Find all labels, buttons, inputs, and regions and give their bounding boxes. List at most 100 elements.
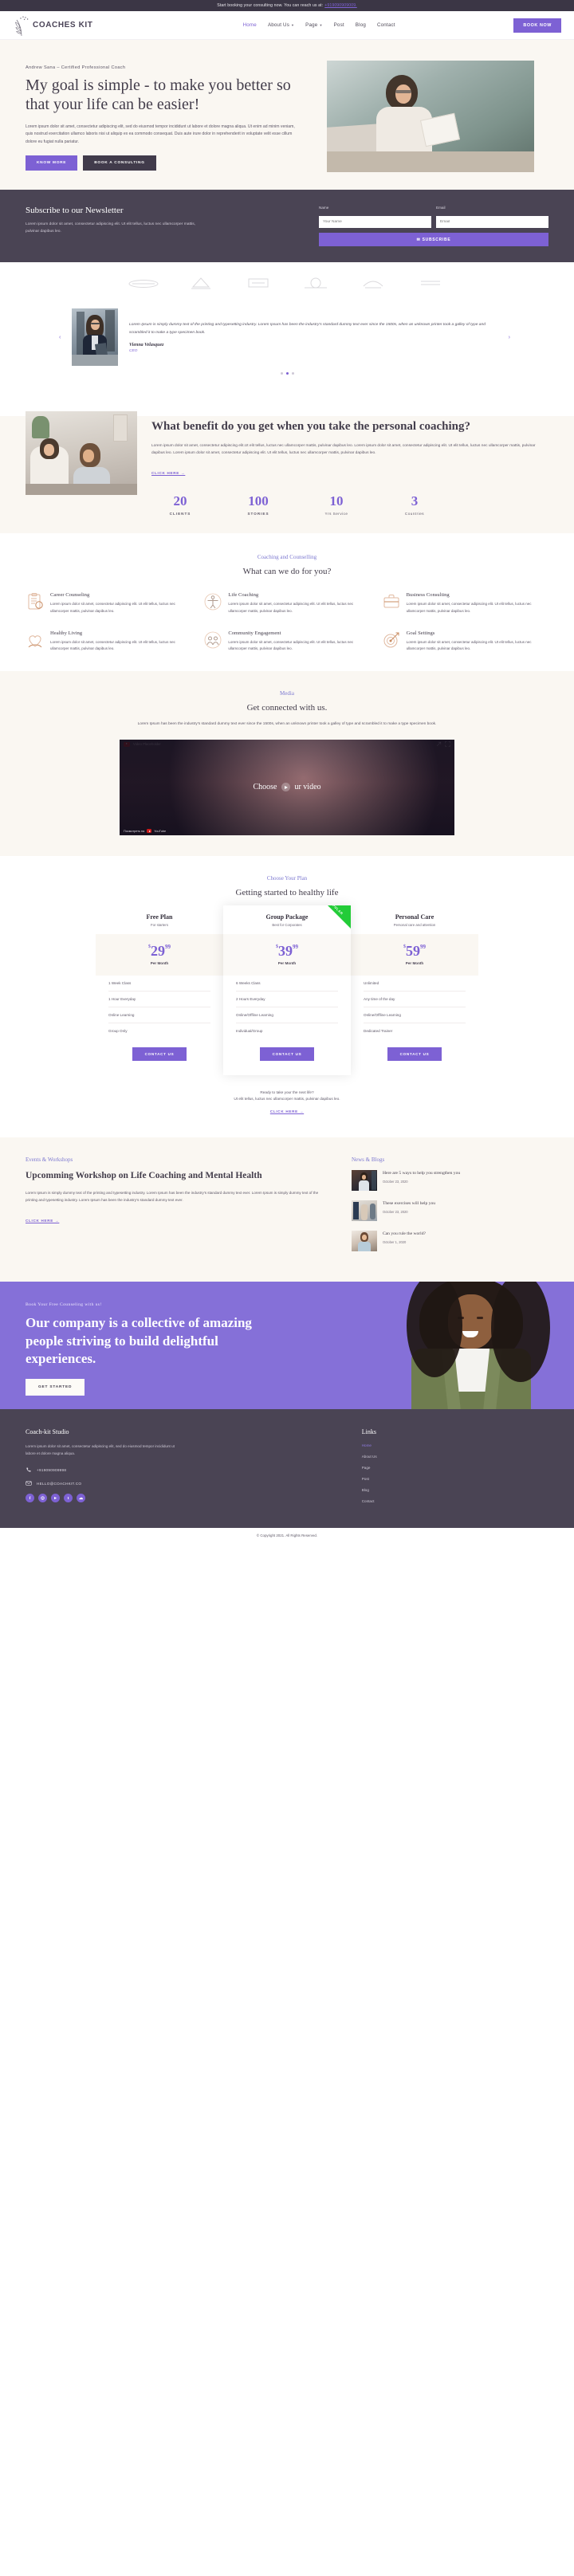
testimonial-prev-button[interactable]: ‹ (59, 335, 61, 340)
chevron-down-icon: ▼ (291, 23, 295, 27)
service-card-business-consulting[interactable]: Business Consulting Lorem ipsum dolor si… (382, 592, 548, 615)
service-card-goal-settings[interactable]: Goal Settings Lorem ipsum dolor sit amet… (382, 630, 548, 653)
events-click-here-link[interactable]: CLICK HERE → (26, 1219, 59, 1223)
footer-phone[interactable]: +919090909998 (26, 1467, 362, 1473)
benefits-click-here-link[interactable]: CLICK HERE → (151, 471, 185, 475)
media-description: Lorem Ipsum has been the industry's stan… (137, 722, 437, 727)
footer-link-about-us[interactable]: About Us (362, 1455, 548, 1459)
plan-feature: Online Learning (108, 1007, 210, 1023)
footer-link-post[interactable]: Post (362, 1477, 548, 1481)
blog-date: October 23, 2020 (382, 1209, 408, 1214)
plan-feature: Dedicated Trainer (364, 1028, 393, 1033)
blog-title: Here are 5 ways to help you strengthen y… (382, 1171, 461, 1176)
play-button[interactable] (281, 783, 290, 792)
book-now-button[interactable]: BOOK NOW (513, 18, 561, 33)
nav-item-blog[interactable]: Blog (356, 22, 366, 28)
pricing-section: Choose Your Plan Getting started to heal… (0, 855, 574, 1138)
stat-value: 3 (411, 493, 419, 509)
contact-us-button[interactable]: CONTACT US (132, 1046, 187, 1061)
blog-list-item[interactable]: These exercises will help you October 23… (351, 1200, 548, 1222)
footer-email[interactable]: HELLO@COACHKIT.CO (26, 1480, 362, 1486)
main-navigation: Home About Us ▼ Page ▼ Post Blog Contact (124, 22, 513, 28)
service-title: Career Counseling (50, 592, 90, 599)
know-more-button[interactable]: KNOW MORE (26, 155, 78, 171)
facebook-icon[interactable]: f (26, 1494, 34, 1503)
cta-eyebrow: Book Your Free Counseling with us! (26, 1302, 102, 1308)
service-title: Community Engagement (228, 630, 281, 636)
pagination-dot-active[interactable] (285, 372, 289, 375)
watch-brand-label: YouTube (154, 829, 167, 833)
nav-item-contact[interactable]: Contact (377, 22, 395, 28)
plan-feature: 1 Week Class (108, 976, 210, 992)
announcement-text: Start booking your consulting now. You c… (217, 3, 324, 8)
contact-us-button[interactable]: CONTACT US (259, 1046, 315, 1061)
service-card-career-counseling[interactable]: Career Counseling Lorem ipsum dolor sit … (26, 592, 192, 615)
service-description: Lorem ipsum dolor sit amet, consectetur … (406, 602, 532, 613)
pricing-card-group-package: POPULAR Group Package Best for Corporate… (223, 905, 351, 1075)
video-bottom-bar: Посмотреть на YouTube (120, 827, 454, 835)
service-title: Business Consulting (406, 592, 450, 599)
contact-us-button[interactable]: CONTACT US (387, 1046, 442, 1061)
plan-feature: Group Only (108, 1028, 128, 1033)
service-card-life-coaching[interactable]: Life Coaching Lorem ipsum dolor sit amet… (203, 592, 370, 615)
announcement-phone-link[interactable]: +919090909009. (324, 3, 357, 8)
blog-title: These exercises will help you (382, 1201, 436, 1207)
pricing-eyebrow: Choose Your Plan (266, 874, 308, 882)
stat-value: 20 (173, 493, 187, 509)
stat-stories: 100 STORIES (230, 494, 287, 516)
twitter-icon[interactable]: t (64, 1494, 73, 1503)
get-started-button[interactable]: GET STARTED (26, 1378, 85, 1396)
blog-date: October 23, 2020 (382, 1179, 408, 1184)
nav-item-post[interactable]: Post (334, 22, 344, 28)
pagination-dot[interactable] (280, 372, 283, 375)
blog-list-item[interactable]: Can you rule the world? October 1, 2020 (351, 1231, 548, 1252)
newsletter-description: Lorem ipsum dolor sit amet, consectetur … (26, 222, 196, 234)
clipboard-icon (26, 592, 45, 611)
service-title: Goal Settings (406, 630, 435, 636)
media-eyebrow: Media (280, 690, 294, 697)
service-card-healthy-living[interactable]: Healthy Living Lorem ipsum dolor sit ame… (26, 630, 192, 653)
email-input[interactable] (436, 216, 548, 228)
plan-price: $2999 (148, 942, 171, 959)
name-input[interactable] (319, 216, 431, 228)
mail-icon (26, 1481, 32, 1486)
testimonial-next-button[interactable]: › (509, 335, 510, 340)
blog-list-item[interactable]: Here are 5 ways to help you strengthen y… (351, 1170, 548, 1192)
service-card-community-engagement[interactable]: Community Engagement Lorem ipsum dolor s… (203, 630, 370, 653)
event-description: Lorem Ipsum is simply dummy text of the … (26, 1190, 319, 1202)
service-description: Lorem ipsum dolor sit amet, consectetur … (50, 602, 175, 613)
book-consulting-button[interactable]: BOOK A CONSULTING (83, 155, 156, 171)
plan-feature: Unlimited (364, 976, 466, 992)
hero-title: My goal is simple - to make you better s… (26, 77, 291, 114)
plan-name: Personal Care (395, 913, 434, 921)
nav-item-home[interactable]: Home (243, 22, 257, 28)
nav-item-about-us[interactable]: About Us ▼ (268, 22, 294, 28)
logo[interactable]: COACHES KIT (13, 14, 124, 37)
cloud-icon[interactable]: ☁ (77, 1494, 85, 1503)
benefits-description: Lorem ipsum dolor sit amet, consectetur … (151, 443, 536, 455)
footer-link-blog[interactable]: Blog (362, 1488, 548, 1492)
announcement-bar: Start booking your consulting now. You c… (0, 0, 574, 11)
footer-link-home[interactable]: Home (362, 1443, 548, 1447)
media-section: Media Get connected with us. Lorem Ipsum… (0, 671, 574, 856)
subscribe-button[interactable]: ✉ SUBSCRIBE (319, 233, 548, 246)
video-player[interactable]: Video Placeholder Choose ur video Посмот… (120, 739, 454, 835)
footer-about: Lorem ipsum dolor sit amet, consectetur … (26, 1444, 175, 1456)
footer-brand: Coach-kit Studio (26, 1428, 69, 1436)
site-footer: Coach-kit Studio Lorem ipsum dolor sit a… (0, 1409, 574, 1529)
footer-links-title: Links (361, 1428, 376, 1436)
youtube-icon[interactable]: ▸ (51, 1494, 60, 1503)
phone-icon (26, 1467, 31, 1473)
plan-name: Group Package (265, 913, 309, 921)
blog-date: October 1, 2020 (382, 1239, 407, 1244)
client-logo-4 (305, 277, 327, 289)
pricing-title: Getting started to healthy life (235, 887, 339, 897)
service-title: Life Coaching (228, 592, 259, 599)
footer-link-page[interactable]: Page (362, 1466, 548, 1470)
footer-link-contact[interactable]: Contact (362, 1499, 548, 1503)
nav-item-page[interactable]: Page ▼ (305, 22, 322, 28)
instagram-icon[interactable]: ◎ (38, 1494, 47, 1503)
plan-price: $3999 (276, 942, 298, 959)
pricing-click-here-link[interactable]: CLICK HERE → (270, 1109, 304, 1113)
pagination-dot[interactable] (291, 372, 294, 375)
